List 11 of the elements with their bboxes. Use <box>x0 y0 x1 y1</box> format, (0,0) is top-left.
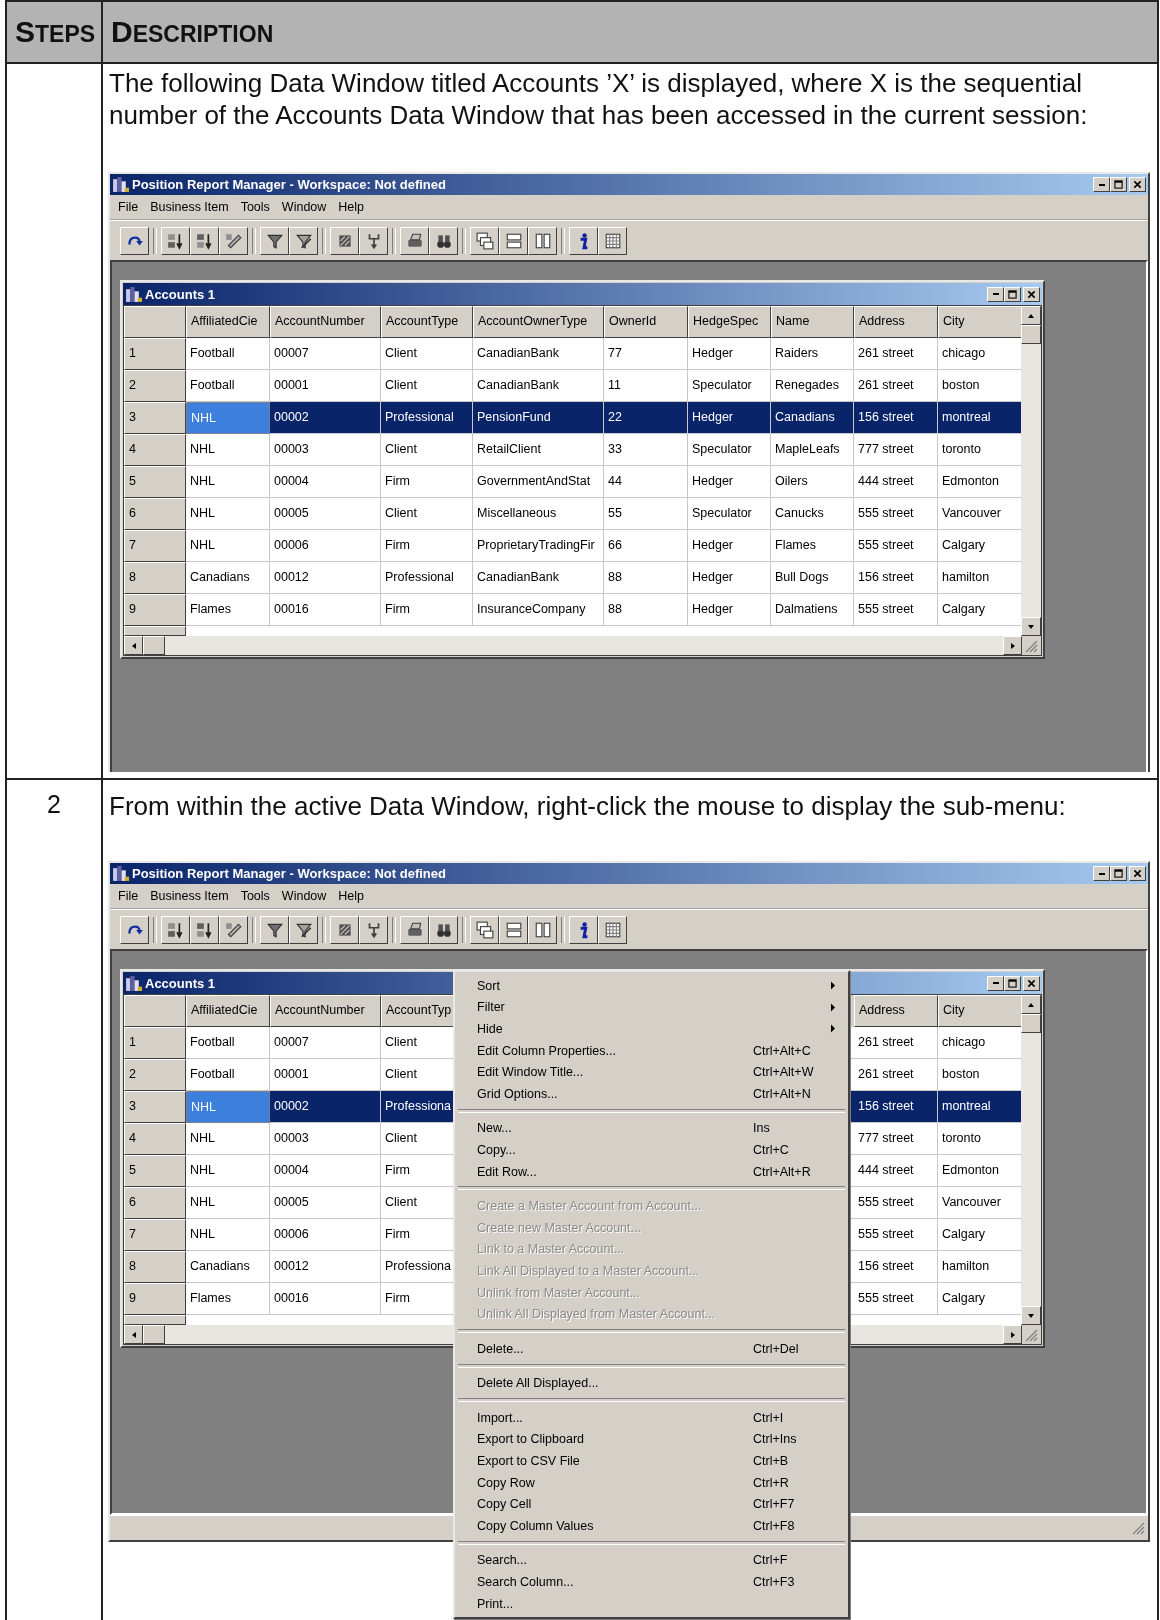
column-header: STEPS <box>15 15 96 49</box>
table-cell: NHL <box>186 1091 270 1123</box>
column-header: DESCRIPTION <box>111 15 274 49</box>
window-title: Accounts 1 <box>145 975 216 991</box>
table-cell: NHL <box>186 402 270 434</box>
window-title: Position Report Manager - Workspace: Not defined <box>132 866 446 881</box>
window-title: Position Report Manager - Workspace: Not defined <box>132 177 446 192</box>
step-number: 2 <box>46 789 62 819</box>
step-description: The following Data Window titled Accounts ’X’ is displayed, where X is the sequential number of the Accounts Data Window that has been accessed in the current session: <box>108 67 1089 131</box>
window-title: Accounts 1 <box>145 286 216 302</box>
step-description: From within the active Data Window, right-click the mouse to display the sub-menu: <box>108 790 1067 822</box>
